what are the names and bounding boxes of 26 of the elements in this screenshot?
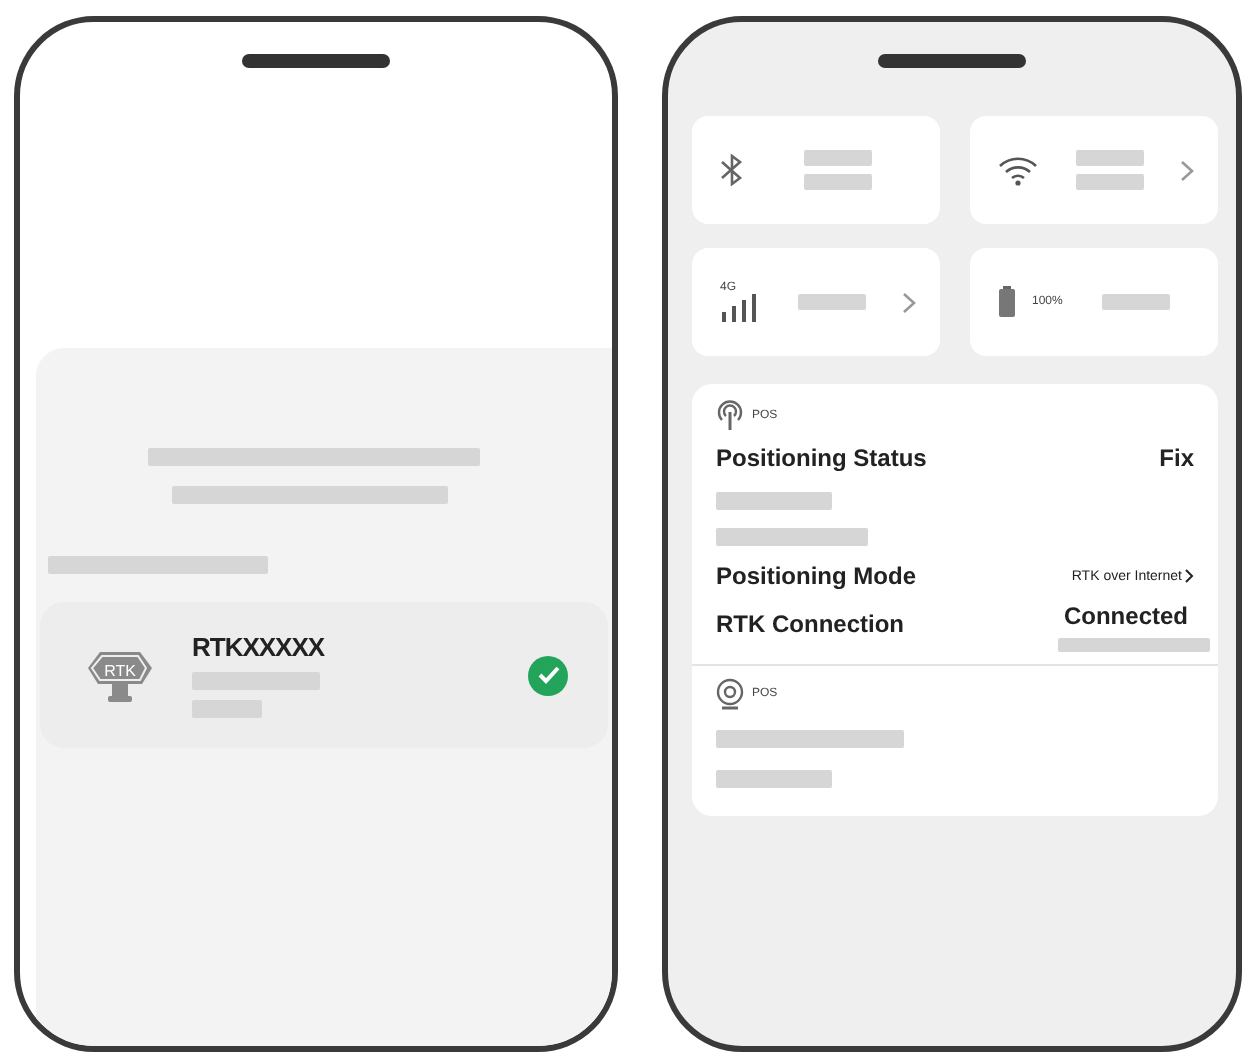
chevron-icon[interactable] [1180, 159, 1194, 181]
bluetooth-icon [720, 154, 744, 186]
placeholder-bar [804, 150, 872, 166]
antenna-icon [716, 400, 744, 432]
placeholder-bar [804, 174, 872, 190]
chevron-icon[interactable] [902, 291, 916, 313]
placeholder-bar [1102, 294, 1171, 310]
status-tile[interactable] [692, 116, 940, 224]
wifi-icon [998, 154, 1038, 186]
placeholder-bar [1075, 150, 1143, 166]
field-label: RTK Connection [716, 610, 904, 638]
field-value: Connected [1063, 602, 1188, 630]
placeholder-bar [797, 294, 865, 310]
placeholder-bar [716, 492, 832, 510]
placeholder-bar [716, 770, 832, 788]
camera-icon [716, 678, 744, 710]
device-name: RTKXXXXX [192, 632, 327, 662]
status-tile[interactable] [970, 116, 1218, 224]
field-value: Fix [1159, 444, 1194, 472]
device-card[interactable]: RTK RTKXXXXX [40, 602, 608, 748]
battery-icon [998, 286, 1016, 318]
chevron-icon [1184, 568, 1194, 584]
field-label: Positioning Mode [716, 562, 916, 590]
signal-bars-icon [720, 294, 760, 322]
field-label: Positioning Status [716, 444, 927, 472]
placeholder-bar [1075, 174, 1143, 190]
